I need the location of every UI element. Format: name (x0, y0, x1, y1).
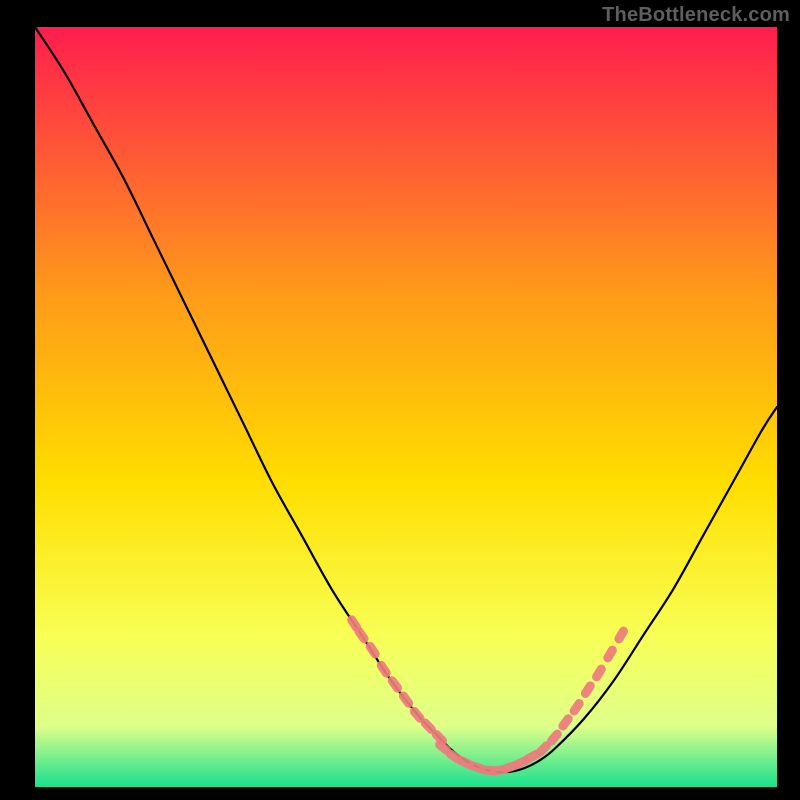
plot-frame (35, 27, 777, 787)
chart-stage: TheBottleneck.com (0, 0, 800, 800)
watermark-text: TheBottleneck.com (602, 4, 790, 27)
plot-svg (35, 27, 777, 787)
gradient-background (35, 27, 777, 787)
